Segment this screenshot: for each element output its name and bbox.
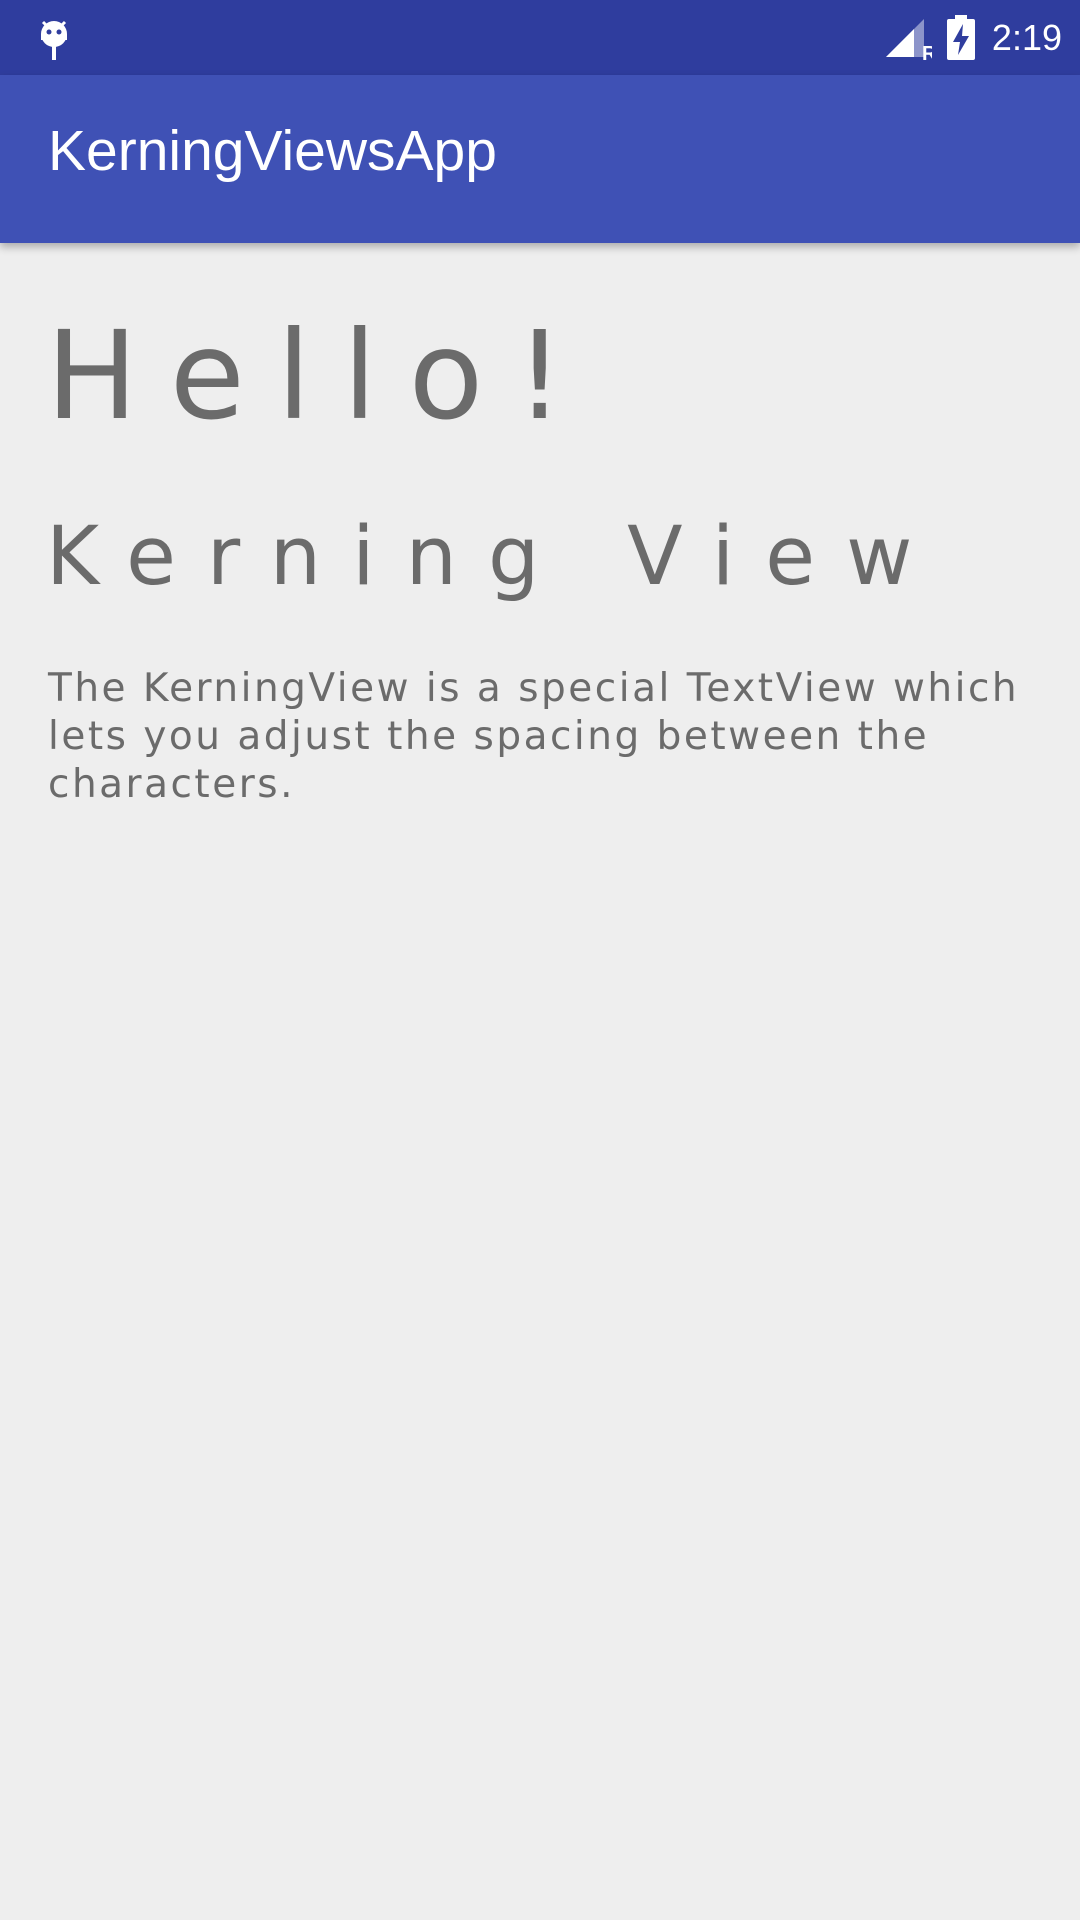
kerning-view-heading: Kerning View: [46, 510, 944, 604]
app-title: KerningViewsApp: [48, 119, 497, 183]
hello-kerning-text: Hello!: [46, 305, 597, 447]
network-type-label: R: [922, 43, 932, 61]
description-text: The KerningView is a special TextView wh…: [48, 666, 1020, 807]
android-debug-icon: [36, 14, 72, 62]
status-bar: R 2:19: [0, 0, 1080, 75]
status-clock: 2:19: [991, 16, 1062, 58]
battery-charging-icon: [946, 14, 975, 60]
main-content: Hello! Kerning View The KerningView is a…: [0, 243, 1080, 1920]
app-bar: KerningViewsApp: [0, 75, 1080, 243]
signal-icon: R: [885, 18, 932, 61]
status-icons: R 2:19: [884, 0, 1062, 75]
